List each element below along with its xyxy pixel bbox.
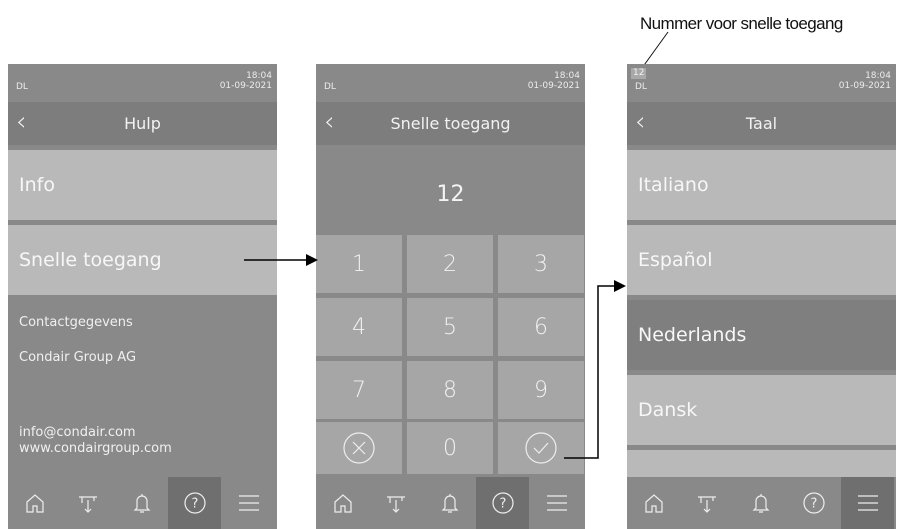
bottom-nav: ? <box>8 477 277 529</box>
key-8[interactable]: 8 <box>407 361 493 419</box>
bell-icon[interactable] <box>115 477 168 529</box>
key-0[interactable]: 0 <box>407 422 493 474</box>
svg-text:?: ? <box>191 497 198 512</box>
bell-icon[interactable] <box>734 477 787 529</box>
help-icon[interactable]: ? <box>476 477 529 529</box>
status-bar: DL 18:04 01-09-2021 <box>8 64 277 98</box>
menu-icon[interactable] <box>530 477 583 529</box>
language-item-italiano[interactable]: Italiano <box>627 150 896 220</box>
language-item-espanol[interactable]: Español <box>627 225 896 295</box>
home-icon[interactable] <box>627 477 680 529</box>
transfer-icon[interactable] <box>61 477 114 529</box>
menu-icon[interactable] <box>222 477 275 529</box>
status-label: DL <box>16 82 28 92</box>
home-icon[interactable] <box>316 477 369 529</box>
quick-access-screen: DL 18:04 01-09-2021 ‹ Snelle toegang 12 … <box>316 64 585 529</box>
flow-arrow-help-to-quick <box>244 254 318 266</box>
page-title: Hulp <box>124 114 161 133</box>
menu-item-quick-access[interactable]: Snelle toegang <box>8 225 277 295</box>
clock: 18:04 01-09-2021 <box>839 71 891 91</box>
title-bar: ‹ Hulp <box>8 102 277 145</box>
status-bar: DL 18:04 01-09-2021 <box>316 64 585 98</box>
page-title: Taal <box>745 114 778 133</box>
menu-item-info[interactable]: Info <box>8 150 277 220</box>
bottom-nav: ? <box>627 477 896 529</box>
bell-icon[interactable] <box>423 477 476 529</box>
key-4[interactable]: 4 <box>316 298 402 356</box>
help-screen: DL 18:04 01-09-2021 ‹ Hulp Info Snelle t… <box>8 64 277 529</box>
clock: 18:04 01-09-2021 <box>220 71 272 91</box>
clock: 18:04 01-09-2021 <box>528 71 580 91</box>
number-display: 12 <box>436 182 465 207</box>
contact-heading: Contactgegevens <box>19 315 133 330</box>
quick-access-annotation: Nummer voor snelle toegang <box>640 14 843 33</box>
quick-access-number: 12 <box>631 68 647 79</box>
status-label: DL <box>324 82 336 92</box>
title-bar: ‹ Snelle toegang <box>316 102 585 145</box>
svg-text:?: ? <box>810 497 817 512</box>
cancel-button[interactable] <box>316 422 402 474</box>
date: 01-09-2021 <box>219 81 272 91</box>
language-item-nederlands[interactable]: Nederlands <box>627 300 896 370</box>
website-link[interactable]: www.condairgroup.com <box>19 441 172 457</box>
date: 01-09-2021 <box>838 81 891 91</box>
flow-arrow-quick-to-language <box>564 280 626 459</box>
help-icon[interactable]: ? <box>168 477 221 529</box>
bottom-nav: ? <box>316 477 585 529</box>
status-bar: 12 DL 18:04 01-09-2021 <box>627 64 896 98</box>
time: 18:04 <box>246 71 272 81</box>
transfer-icon[interactable] <box>369 477 422 529</box>
close-circle-icon <box>343 432 375 464</box>
page-title: Snelle toegang <box>390 114 511 133</box>
key-7[interactable]: 7 <box>316 361 402 419</box>
time: 18:04 <box>554 71 580 81</box>
key-1[interactable]: 1 <box>316 235 402 293</box>
status-label: DL <box>635 82 647 92</box>
key-2[interactable]: 2 <box>407 235 493 293</box>
help-icon[interactable]: ? <box>787 477 840 529</box>
home-icon[interactable] <box>8 477 61 529</box>
company-name: Condair Group AG <box>19 350 137 365</box>
time: 18:04 <box>865 71 891 81</box>
date: 01-09-2021 <box>527 81 580 91</box>
menu-icon[interactable] <box>841 477 894 529</box>
key-5[interactable]: 5 <box>407 298 493 356</box>
transfer-icon[interactable] <box>680 477 733 529</box>
svg-text:?: ? <box>499 497 506 512</box>
email-link[interactable]: info@condair.com <box>19 425 136 441</box>
language-screen: 12 DL 18:04 01-09-2021 ‹ Taal Italiano E… <box>627 64 896 529</box>
title-bar: ‹ Taal <box>627 102 896 145</box>
check-circle-icon <box>525 432 557 464</box>
language-item-dansk[interactable]: Dansk <box>627 375 896 445</box>
